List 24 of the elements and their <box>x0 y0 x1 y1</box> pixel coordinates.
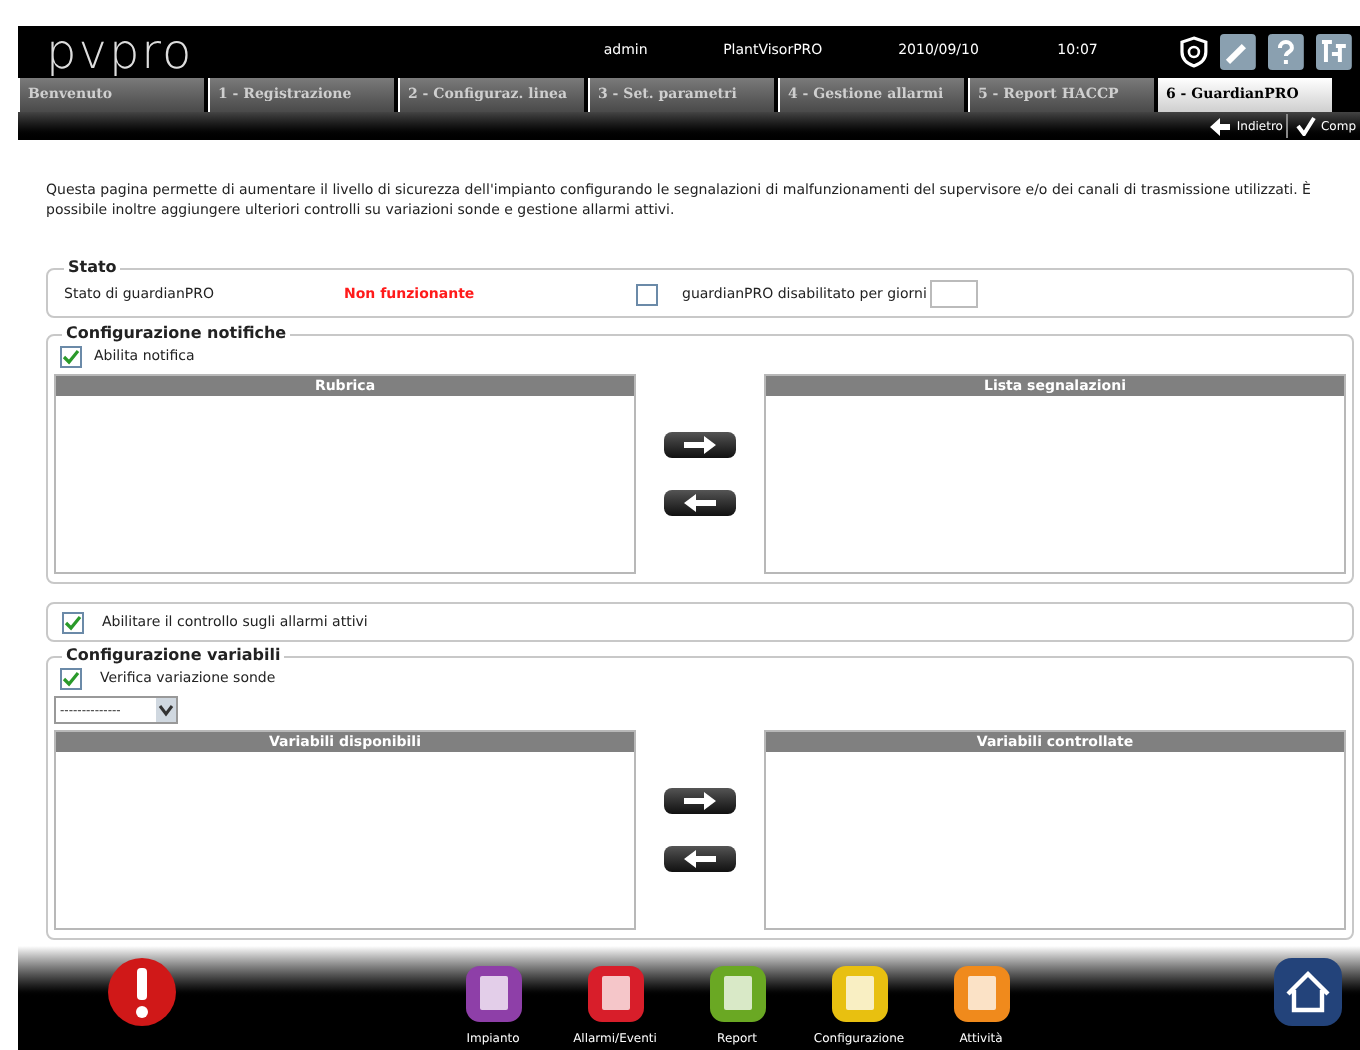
move-left-button[interactable] <box>664 490 736 516</box>
days-field[interactable] <box>930 280 979 308</box>
dropdown-icon <box>156 698 176 722</box>
shield-icon[interactable] <box>1180 35 1209 67</box>
checkbox[interactable] <box>62 611 84 633</box>
left-arrow-icon <box>682 494 718 512</box>
section-title: Stato <box>66 256 119 280</box>
move-right-button[interactable] <box>664 788 736 814</box>
move-left-button[interactable] <box>664 846 736 872</box>
help-icon[interactable] <box>1268 33 1305 69</box>
home-icon[interactable] <box>1272 956 1344 1028</box>
checkmark-icon <box>1296 116 1317 136</box>
logo: pvpro <box>46 27 196 75</box>
right-arrow-icon <box>682 436 718 454</box>
left-arrow-icon <box>682 850 718 868</box>
section-title: Configurazione variabili <box>64 644 283 668</box>
alert-icon[interactable] <box>106 956 178 1028</box>
move-right-button[interactable] <box>664 432 736 458</box>
checkbox[interactable] <box>636 283 658 305</box>
section-title: Configurazione notifiche <box>64 322 289 346</box>
checkbox[interactable] <box>60 346 82 368</box>
right-arrow-icon <box>682 792 718 810</box>
left-arrow-icon <box>1208 117 1233 135</box>
checkbox[interactable] <box>60 668 82 690</box>
